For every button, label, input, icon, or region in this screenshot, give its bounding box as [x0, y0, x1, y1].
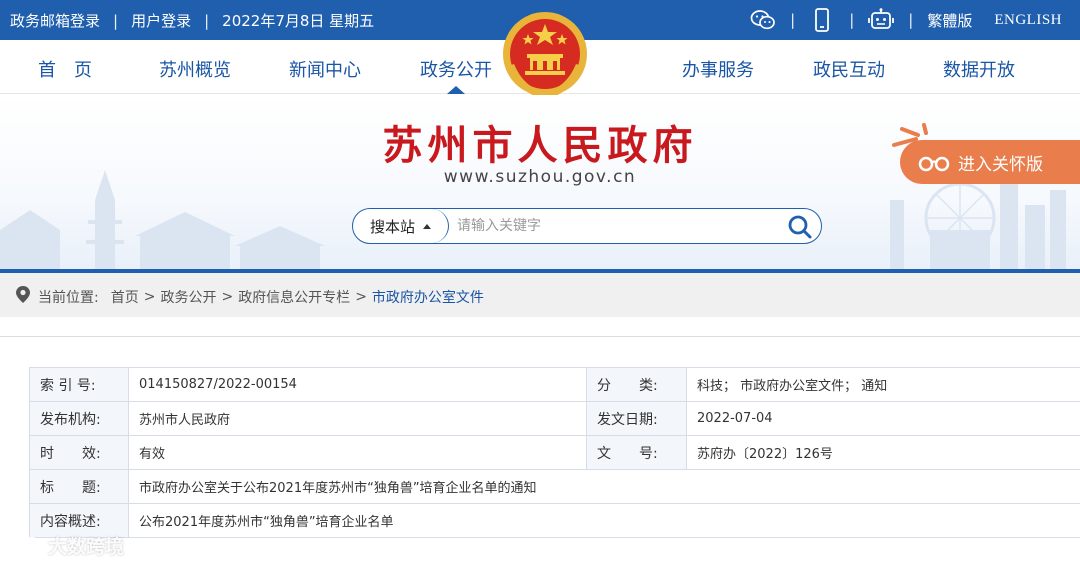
- category-label: 分 类:: [586, 367, 687, 402]
- nav-item-home[interactable]: 首 页: [38, 56, 92, 82]
- breadcrumb-home[interactable]: 首页: [111, 287, 139, 307]
- nav-item-government-affairs[interactable]: 政务公开: [420, 56, 492, 82]
- breadcrumb-bar: 当前位置: 首页 > 政务公开 > 政府信息公开专栏 > 市政府办公室文件: [0, 273, 1080, 317]
- user-login-link[interactable]: 用户登录: [131, 10, 191, 31]
- publisher-label: 发布机构:: [29, 401, 129, 436]
- nav-item-suzhou-overview[interactable]: 苏州概览: [159, 56, 231, 82]
- search-scope-dropdown[interactable]: 搜本站: [353, 209, 449, 243]
- search-input[interactable]: [457, 215, 777, 237]
- top-bar-right: | | | 繁體版 ENGLISH: [750, 8, 1062, 32]
- document-number-label: 文 号:: [586, 435, 687, 470]
- table-row: 发布机构: 苏州市人民政府 发文日期: 2022-07-04: [29, 401, 1080, 436]
- title-value: 市政府办公室关于公布2021年度苏州市“独角兽”培育企业名单的通知: [128, 469, 1080, 504]
- top-bar-separator: |: [204, 11, 210, 30]
- mobile-icon[interactable]: [809, 8, 835, 32]
- category-value: 科技； 市政府办公室文件； 通知: [686, 367, 1080, 402]
- robot-icon[interactable]: [868, 8, 895, 32]
- national-emblem-icon: [500, 10, 590, 102]
- top-bar-separator: |: [790, 11, 796, 29]
- breadcrumb-current[interactable]: 市政府办公室文件: [372, 287, 484, 307]
- glasses-icon: [918, 156, 950, 172]
- breadcrumb-separator: >: [221, 289, 234, 305]
- breadcrumb-government-affairs[interactable]: 政务公开: [160, 287, 216, 307]
- current-date: 2022年7月8日 星期五: [222, 12, 375, 30]
- index-number-label: 索 引 号:: [29, 367, 129, 402]
- caret-up-icon: [423, 223, 431, 229]
- top-bar-left: 政务邮箱登录 | 用户登录 | 2022年7月8日 星期五: [10, 10, 374, 31]
- table-row: 标 题: 市政府办公室关于公布2021年度苏州市“独角兽”培育企业名单的通知: [29, 469, 1080, 504]
- breadcrumb-separator: >: [143, 289, 156, 305]
- nav-active-caret-icon: [447, 86, 465, 94]
- nav-item-services[interactable]: 办事服务: [682, 56, 754, 82]
- nav-item-open-data[interactable]: 数据开放: [943, 56, 1015, 82]
- wechat-icon[interactable]: [750, 8, 776, 32]
- care-mode-label: 进入关怀版: [958, 154, 1043, 175]
- search-scope-label: 搜本站: [369, 217, 415, 236]
- title-label: 标 题:: [29, 469, 129, 504]
- search-icon[interactable]: [787, 214, 813, 240]
- issue-date-value: 2022-07-04: [686, 401, 1080, 436]
- breadcrumb-info-disclosure[interactable]: 政府信息公开专栏: [238, 287, 350, 307]
- document-number-value: 苏府办〔2022〕126号: [686, 435, 1080, 470]
- top-bar-separator: |: [113, 11, 119, 30]
- summary-value: 公布2021年度苏州市“独角兽”培育企业名单: [128, 503, 1080, 538]
- top-bar-separator: |: [908, 11, 914, 29]
- breadcrumb-separator: >: [355, 289, 367, 305]
- nav-item-interaction[interactable]: 政民互动: [813, 56, 885, 82]
- gov-mail-login-link[interactable]: 政务邮箱登录: [10, 10, 100, 31]
- validity-value: 有效: [128, 435, 587, 470]
- watermark-text: 大数跨境: [48, 536, 125, 558]
- top-bar-separator: |: [849, 11, 855, 29]
- content-divider: [0, 336, 1080, 337]
- traditional-chinese-link[interactable]: 繁體版: [927, 10, 972, 31]
- table-row: 索 引 号: 014150827/2022-00154 分 类: 科技； 市政府…: [29, 367, 1080, 402]
- watermark-logo-icon: [8, 536, 47, 555]
- document-info-table: 索 引 号: 014150827/2022-00154 分 类: 科技； 市政府…: [29, 367, 1080, 538]
- location-pin-icon: [16, 286, 30, 308]
- issue-date-label: 发文日期:: [586, 401, 687, 436]
- validity-label: 时 效:: [29, 435, 129, 470]
- index-number-value: 014150827/2022-00154: [128, 367, 587, 402]
- breadcrumb-label: 当前位置:: [38, 290, 99, 306]
- search-bar: 搜本站: [352, 208, 822, 244]
- nav-item-news-center[interactable]: 新闻中心: [289, 56, 361, 82]
- publisher-value: 苏州市人民政府: [128, 401, 587, 436]
- table-row: 内容概述: 公布2021年度苏州市“独角兽”培育企业名单: [29, 503, 1080, 538]
- watermark: 大数跨境: [8, 532, 124, 559]
- table-row: 时 效: 有效 文 号: 苏府办〔2022〕126号: [29, 435, 1080, 470]
- site-banner: 苏州市人民政府 www.suzhou.gov.cn 进入关怀版 搜本站: [0, 95, 1080, 270]
- care-mode-button[interactable]: 进入关怀版: [900, 140, 1080, 184]
- breadcrumb: 当前位置: 首页 > 政务公开 > 政府信息公开专栏 > 市政府办公室文件: [16, 286, 484, 308]
- english-link[interactable]: ENGLISH: [994, 12, 1062, 29]
